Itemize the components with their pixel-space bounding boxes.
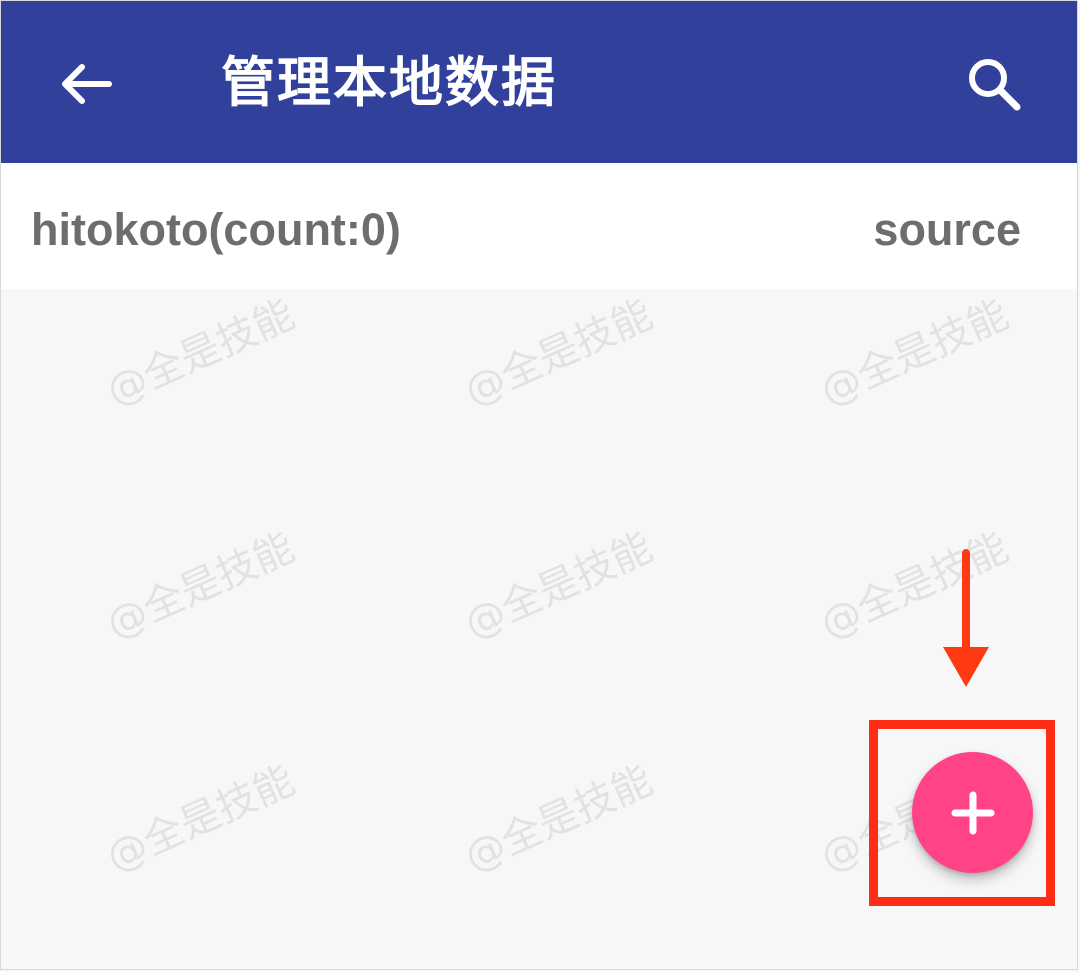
search-icon <box>969 59 1021 111</box>
plus-icon <box>951 791 994 834</box>
arrow-left-icon <box>62 64 112 104</box>
back-button[interactable] <box>45 43 127 125</box>
app-screen: 管理本地数据 hitokoto(count:0) source @全是技能 @全… <box>0 0 1078 970</box>
watermark-text: @全是技能 <box>457 291 660 415</box>
watermark-text: @全是技能 <box>813 291 1016 415</box>
hitokoto-count-label: hitokoto(count:0) <box>31 204 401 255</box>
watermark-text: @全是技能 <box>99 524 302 648</box>
data-list-header: hitokoto(count:0) source <box>1 163 1077 289</box>
watermark-text: @全是技能 <box>457 524 660 648</box>
source-label: source <box>873 204 1021 255</box>
top-app-bar: 管理本地数据 <box>1 1 1077 163</box>
page-title: 管理本地数据 <box>221 51 557 114</box>
watermark-text: @全是技能 <box>99 291 302 415</box>
annotation-arrow-icon <box>943 549 989 687</box>
add-data-button[interactable] <box>912 752 1033 873</box>
search-button[interactable] <box>953 43 1035 125</box>
watermark-text: @全是技能 <box>99 757 302 881</box>
watermark-text: @全是技能 <box>457 757 660 881</box>
